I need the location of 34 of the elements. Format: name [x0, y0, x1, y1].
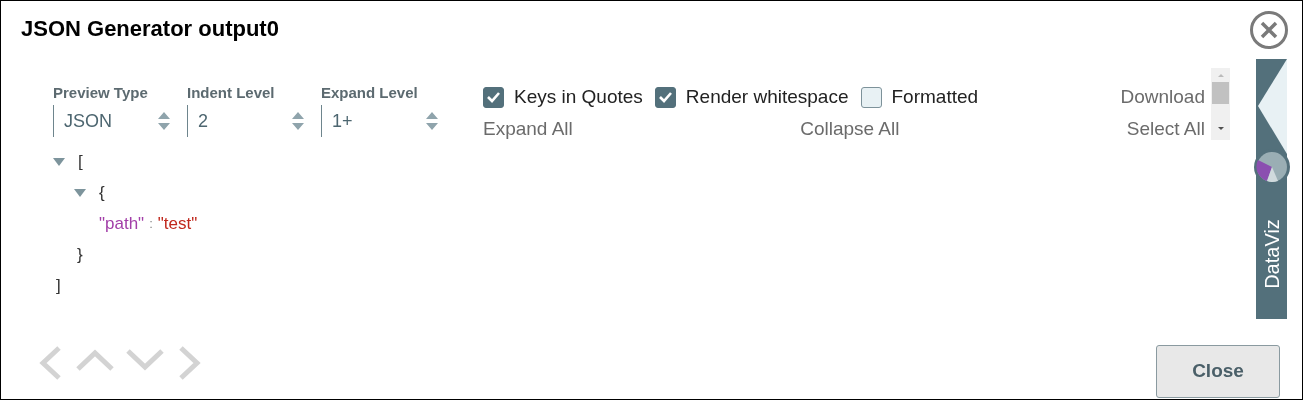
separator: : — [149, 214, 153, 233]
select-field[interactable]: 1+ — [321, 105, 439, 137]
field-label: Expand Level — [321, 83, 419, 103]
side-panel-tab[interactable]: DataViz — [1256, 59, 1287, 319]
checkbox[interactable] — [654, 86, 676, 108]
select-field[interactable]: 2 — [187, 105, 305, 137]
side-tab-label: DataViz — [1260, 219, 1283, 289]
window-title: JSON Generator output0 — [21, 16, 279, 41]
checkbox-label[interactable]: Formatted — [891, 82, 979, 112]
close-button[interactable]: Close — [1156, 345, 1280, 398]
select-field[interactable]: JSON — [53, 105, 171, 137]
json-key: "path" — [99, 210, 145, 237]
json-value: "test" — [157, 212, 198, 235]
checkbox[interactable] — [483, 86, 504, 108]
checkbox[interactable] — [860, 86, 882, 108]
download-link[interactable]: Download — [1120, 82, 1205, 112]
action-link[interactable]: Select All — [1126, 114, 1205, 144]
checkmark-icon — [657, 91, 673, 103]
expand-toggle-icon[interactable] — [53, 156, 65, 167]
action-link[interactable]: Expand All — [483, 114, 573, 144]
expand-toggle-icon[interactable] — [74, 187, 86, 198]
close-icon[interactable] — [1249, 10, 1289, 50]
checkbox-label[interactable]: Keys in Quotes — [514, 82, 643, 112]
bracket: } — [77, 243, 83, 266]
action-link[interactable]: Collapse All — [800, 114, 900, 144]
bracket: ] — [56, 274, 61, 297]
bracket: { — [99, 181, 105, 204]
collapse-arrow-icon[interactable] — [1256, 59, 1287, 154]
field-label: Preview Type — [53, 83, 149, 103]
bracket: [ — [78, 150, 83, 173]
checkmark-icon — [486, 91, 501, 103]
scrollbar[interactable] — [1211, 68, 1230, 140]
field-label: Indent Level — [187, 83, 276, 103]
checkbox-label[interactable]: Render whitespace — [685, 82, 849, 112]
